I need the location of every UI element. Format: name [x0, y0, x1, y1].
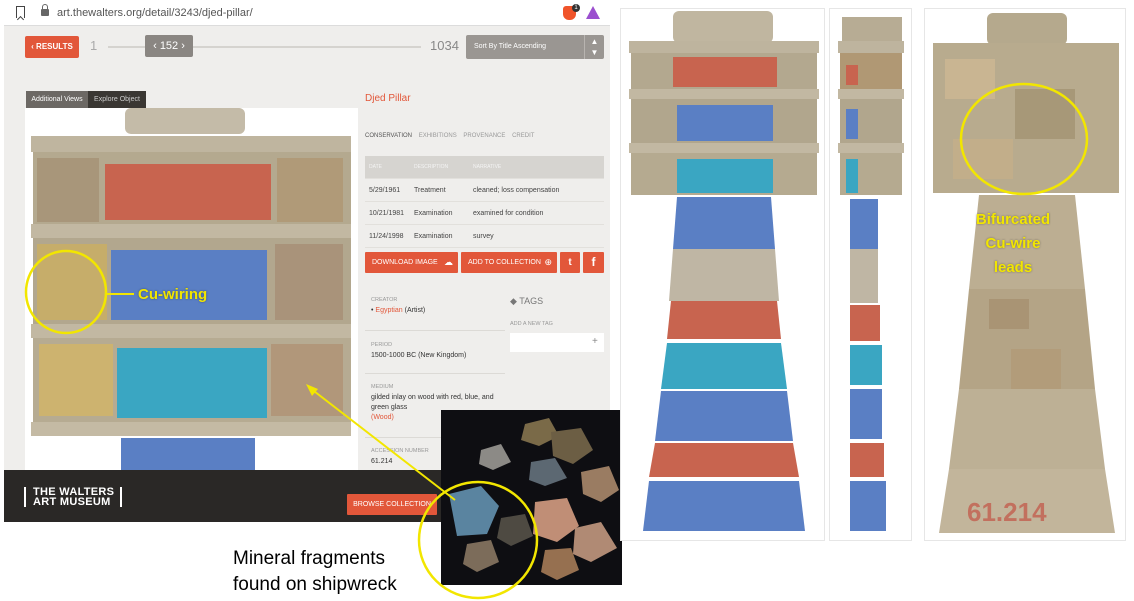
facebook-share-button[interactable]: f — [583, 252, 604, 273]
medium-link[interactable]: (Wood) — [371, 414, 394, 421]
cell-description: Examination — [414, 233, 453, 240]
table-row: 11/24/1998 Examination survey — [365, 225, 604, 248]
creator-link[interactable]: Egyptian — [375, 307, 402, 314]
caption-line-1: Mineral fragments — [233, 548, 386, 569]
cell-description: Treatment — [414, 187, 446, 194]
column-header-narrative: NARRATIVE — [473, 164, 502, 170]
table-row: 10/21/1981 Examination examined for cond… — [365, 202, 604, 225]
info-tabs: CONSERVATION EXHIBITIONS PROVENANCE CRED… — [365, 133, 539, 139]
bifurcated-leads-label: Bifurcated Cu-wire leads — [968, 208, 1058, 280]
accession-value: 61.214 — [371, 458, 393, 465]
cell-date: 11/24/1998 — [369, 233, 404, 240]
pager-slider-handle[interactable]: ‹ 152 › — [145, 35, 193, 57]
object-title: Djed Pillar — [365, 93, 411, 104]
add-to-collection-label: ADD TO COLLECTION — [468, 259, 541, 266]
pager-end-number: 1034 — [430, 38, 459, 53]
bifurcated-line-3: leads — [993, 259, 1033, 276]
download-image-button[interactable]: DOWNLOAD IMAGE ☁ — [365, 252, 458, 273]
tab-provenance[interactable]: PROVENANCE — [463, 133, 505, 139]
tab-credit[interactable]: CREDIT — [512, 133, 534, 139]
bullet: • — [371, 307, 374, 314]
caption-line-2: found on shipwreck — [233, 574, 397, 595]
creator-label: CREATOR — [371, 297, 398, 303]
tab-conservation[interactable]: CONSERVATION — [365, 133, 412, 139]
tab-additional-views[interactable]: Additional Views — [26, 91, 88, 108]
sort-select-value: Sort By Title Ascending — [474, 43, 546, 50]
walters-logo[interactable]: THE WALTERS ART MUSEUM — [24, 487, 114, 508]
cell-description: Examination — [414, 210, 453, 217]
twitter-share-button[interactable]: t — [560, 252, 580, 273]
column-header-date: DATE — [369, 164, 382, 170]
facebook-icon: f — [591, 255, 596, 269]
divider — [365, 373, 505, 374]
column-header-description: DESCRIPTION — [414, 164, 449, 170]
cell-date: 5/29/1961 — [369, 187, 401, 194]
period-label: PERIOD — [371, 342, 393, 348]
painted-accession-number: 61.214 — [967, 497, 1047, 527]
address-bar[interactable]: art.thewalters.org/detail/3243/djed-pill… — [4, 0, 610, 26]
cell-narrative: survey — [473, 233, 494, 240]
tab-exhibitions[interactable]: EXHIBITIONS — [419, 133, 457, 139]
add-tag-input[interactable] — [510, 333, 604, 352]
djed-front-image — [629, 11, 819, 531]
djed-side-image — [838, 17, 904, 531]
djed-side-view-photo — [829, 8, 912, 541]
cell-narrative: examined for condition — [473, 210, 544, 217]
tags-title-text: TAGS — [519, 296, 544, 306]
bookmark-icon[interactable] — [16, 6, 25, 18]
accession-label: ACCESSION NUMBER — [371, 448, 429, 454]
tag-icon: ◆ — [510, 296, 517, 306]
cell-narrative: cleaned; loss compensation — [473, 187, 560, 194]
sort-select[interactable]: Sort By Title Ascending ▲ ▼ — [466, 35, 604, 59]
logo-line-2: ART MUSEUM — [33, 496, 111, 508]
creator-role: (Artist) — [404, 307, 426, 314]
bifurcated-line-1: Bifurcated — [975, 211, 1051, 228]
cu-wiring-label: Cu-wiring — [138, 286, 208, 303]
medium-text: gilded inlay on wood with red, blue, and… — [371, 394, 494, 411]
cell-date: 10/21/1981 — [369, 210, 405, 217]
pager-start-number: 1 — [90, 38, 98, 53]
table-row: 5/29/1961 Treatment cleaned; loss compen… — [365, 179, 604, 202]
period-value: 1500-1000 BC (New Kingdom) — [371, 352, 467, 359]
results-button[interactable]: ‹ RESULTS — [25, 36, 79, 58]
bifurcated-line-2: Cu-wire — [985, 235, 1041, 252]
figure-caption: Mineral fragments found on shipwreck — [233, 546, 397, 598]
mineral-fragments-image — [441, 410, 622, 585]
tags-heading: ◆ TAGS — [510, 296, 543, 307]
browse-collection-button[interactable]: BROWSE COLLECTION — [347, 494, 437, 515]
url-text[interactable]: art.thewalters.org/detail/3243/djed-pill… — [57, 7, 253, 19]
add-tag-plus-icon[interactable]: + — [592, 336, 598, 347]
add-to-collection-button[interactable]: ADD TO COLLECTION ⊕ — [461, 252, 557, 273]
rewards-triangle-icon[interactable] — [586, 6, 600, 19]
tab-explore-object[interactable]: Explore Object — [88, 91, 146, 108]
divider — [365, 330, 505, 331]
table-header: DATE DESCRIPTION NARRATIVE — [365, 156, 604, 179]
download-image-label: DOWNLOAD IMAGE — [372, 259, 438, 266]
add-tag-label: ADD A NEW TAG — [510, 321, 553, 327]
logo-divider — [120, 487, 122, 507]
twitter-icon: t — [568, 257, 572, 268]
chevron-updown-icon: ▲ ▼ — [584, 35, 604, 59]
collection-add-icon: ⊕ — [544, 257, 552, 267]
creator-value: • Egyptian (Artist) — [371, 306, 425, 316]
djed-front-view-photo — [620, 8, 825, 541]
mineral-fragments-photo — [441, 410, 622, 585]
lock-icon — [41, 4, 49, 16]
conservation-table: DATE DESCRIPTION NARRATIVE 5/29/1961 Tre… — [365, 156, 604, 248]
cloud-download-icon: ☁ — [444, 257, 453, 267]
medium-label: MEDIUM — [371, 384, 394, 390]
shield-count-badge: 1 — [572, 4, 580, 12]
